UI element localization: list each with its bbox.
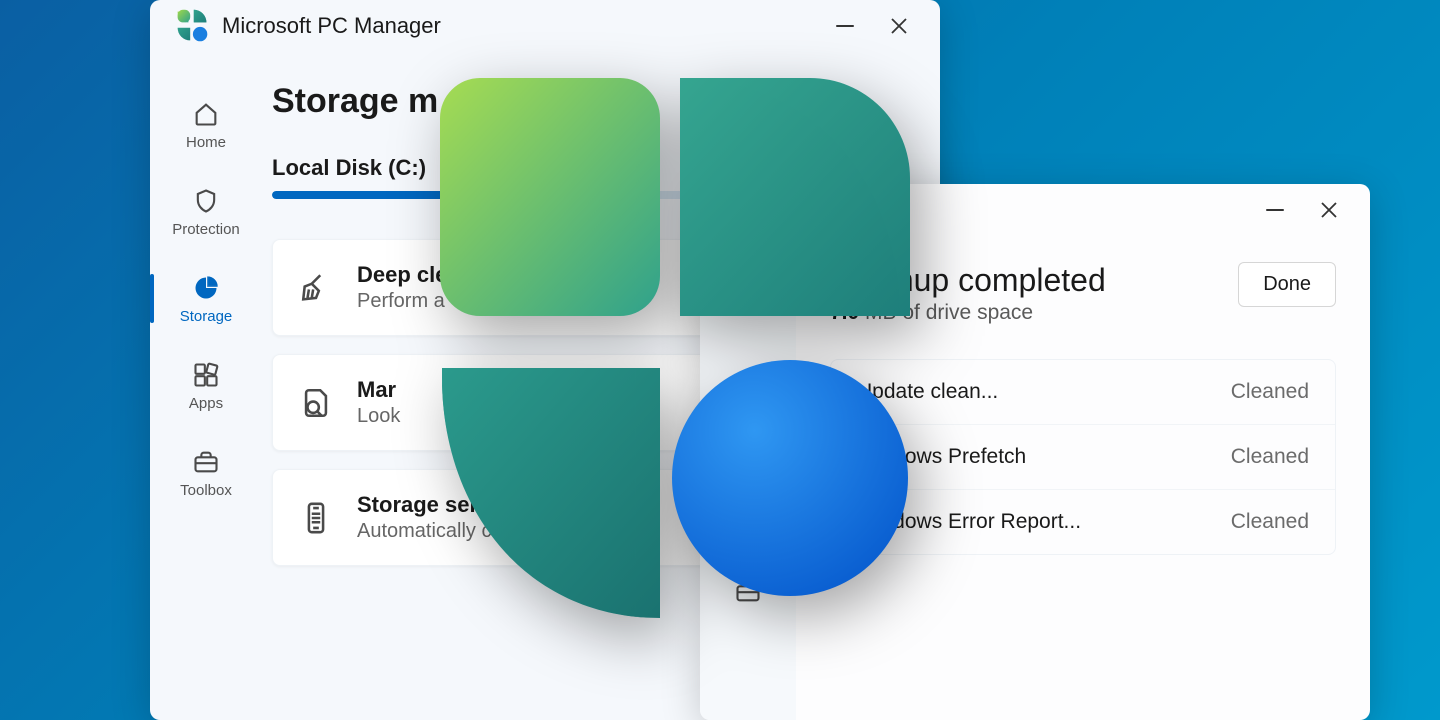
toolbox-icon	[190, 446, 222, 478]
sidebar-item-label: Apps	[189, 395, 223, 412]
sidebar-item-storage[interactable]: Storage	[150, 266, 262, 331]
phone-icon	[297, 499, 335, 537]
search-doc-icon	[297, 384, 335, 422]
sidebar-item-home[interactable]: Home	[150, 92, 262, 157]
minimize-button[interactable]	[1248, 184, 1302, 236]
sidebar-item-label: Home	[186, 134, 226, 151]
sidebar: Home Protection Storage	[150, 52, 262, 720]
card-title: Mar	[357, 377, 400, 403]
sidebar-item-toolbox[interactable]: Toolbox	[150, 440, 262, 505]
card-subtitle: Look	[357, 405, 400, 428]
sidebar-item-protection[interactable]: Protection	[150, 179, 262, 244]
titlebar: Microsoft PC Manager	[150, 0, 940, 52]
pc-manager-logo-icon	[430, 78, 910, 638]
result-status: Cleaned	[1231, 380, 1309, 404]
minimize-button[interactable]	[818, 0, 872, 52]
pie-icon	[190, 272, 222, 304]
apps-icon	[190, 359, 222, 391]
app-logo-icon	[174, 8, 210, 44]
done-button[interactable]: Done	[1238, 262, 1336, 307]
sidebar-item-label: Protection	[172, 221, 240, 238]
sidebar-item-apps[interactable]: Apps	[150, 353, 262, 418]
close-button[interactable]	[872, 0, 926, 52]
result-status: Cleaned	[1231, 510, 1309, 534]
app-title: Microsoft PC Manager	[222, 13, 441, 39]
shield-icon	[190, 185, 222, 217]
home-icon	[190, 98, 222, 130]
broom-icon	[297, 269, 335, 307]
result-status: Cleaned	[1231, 445, 1309, 469]
sidebar-item-label: Toolbox	[180, 482, 232, 499]
close-button[interactable]	[1302, 184, 1356, 236]
sidebar-item-label: Storage	[180, 308, 233, 325]
